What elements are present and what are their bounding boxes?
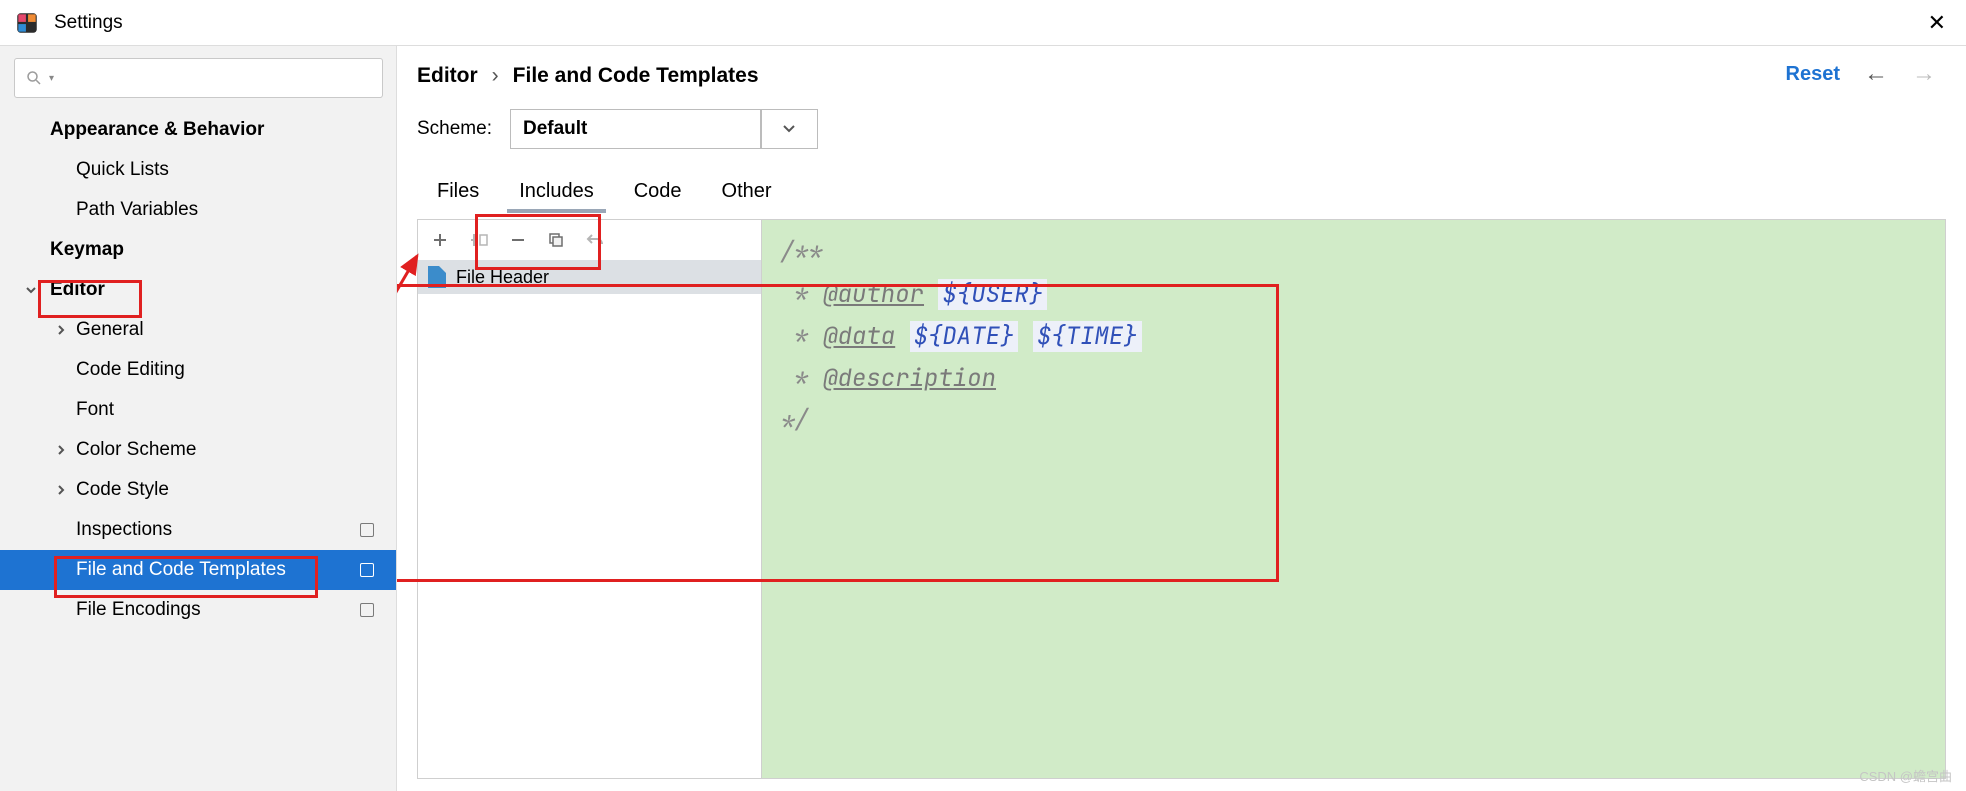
template-name: File Header	[456, 267, 549, 288]
chevron-down-icon	[761, 110, 817, 148]
breadcrumb-a[interactable]: Editor	[417, 64, 478, 88]
tab-code[interactable]: Code	[614, 170, 702, 213]
sidebar-item-path-variables[interactable]: Path Variables	[0, 190, 396, 230]
sidebar: ▾ Appearance & Behavior Quick Lists Path…	[0, 46, 397, 791]
template-editor[interactable]: /** * @author ${USER} * @data ${DATE} ${…	[762, 219, 1946, 779]
back-icon[interactable]: ←	[1864, 60, 1888, 88]
file-icon	[428, 266, 446, 288]
profile-icon	[360, 603, 374, 617]
add-icon[interactable]	[432, 232, 448, 248]
tabs: Files Includes Code Other	[417, 170, 1946, 213]
search-input[interactable]: ▾	[14, 58, 383, 98]
breadcrumb: Editor › File and Code Templates	[417, 46, 1946, 106]
app-icon	[14, 10, 40, 36]
search-icon	[25, 69, 43, 87]
profile-icon	[360, 563, 374, 577]
undo-icon[interactable]	[586, 232, 604, 248]
sidebar-item-general[interactable]: General	[0, 310, 396, 350]
chevron-right-icon	[54, 444, 68, 456]
list-item[interactable]: File Header	[418, 260, 761, 294]
annotation-arrow	[397, 146, 417, 586]
sidebar-item-font[interactable]: Font	[0, 390, 396, 430]
profile-icon	[360, 523, 374, 537]
scheme-label: Scheme:	[417, 118, 492, 140]
breadcrumb-sep: ›	[492, 64, 499, 88]
chevron-down-icon	[24, 284, 38, 296]
reset-button[interactable]: Reset	[1786, 63, 1840, 86]
sidebar-item-keymap[interactable]: Keymap	[0, 230, 396, 270]
scheme-dropdown[interactable]: Default	[510, 109, 818, 149]
close-icon[interactable]: ✕	[1922, 10, 1952, 36]
sidebar-item-code-editing[interactable]: Code Editing	[0, 350, 396, 390]
template-list-pane: File Header	[417, 219, 762, 779]
settings-tree: Appearance & Behavior Quick Lists Path V…	[0, 106, 396, 630]
titlebar: Settings ✕	[0, 0, 1966, 46]
sidebar-item-file-encodings[interactable]: File Encodings	[0, 590, 396, 630]
forward-icon[interactable]: →	[1912, 60, 1936, 88]
sidebar-item-editor[interactable]: Editor	[0, 270, 396, 310]
breadcrumb-b: File and Code Templates	[513, 64, 759, 88]
sidebar-item-code-style[interactable]: Code Style	[0, 470, 396, 510]
sidebar-item-quick-lists[interactable]: Quick Lists	[0, 150, 396, 190]
copy-icon[interactable]	[548, 232, 564, 248]
chevron-right-icon	[54, 484, 68, 496]
tab-other[interactable]: Other	[702, 170, 792, 213]
window-title: Settings	[54, 12, 1922, 34]
sidebar-item-inspections[interactable]: Inspections	[0, 510, 396, 550]
watermark: CSDN @蟾宫曲	[1859, 766, 1952, 785]
sidebar-item-color-scheme[interactable]: Color Scheme	[0, 430, 396, 470]
chevron-right-icon	[54, 324, 68, 336]
sidebar-item-appearance-behavior[interactable]: Appearance & Behavior	[0, 110, 396, 150]
list-toolbar	[418, 220, 761, 260]
sidebar-item-file-and-code-templates[interactable]: File and Code Templates	[0, 550, 396, 590]
remove-icon[interactable]	[510, 232, 526, 248]
scheme-value: Default	[523, 118, 587, 140]
tab-includes[interactable]: Includes	[499, 170, 614, 213]
add-child-icon[interactable]	[470, 232, 488, 248]
tab-files[interactable]: Files	[417, 170, 499, 213]
main-pane: Editor › File and Code Templates Reset ←…	[397, 46, 1966, 791]
